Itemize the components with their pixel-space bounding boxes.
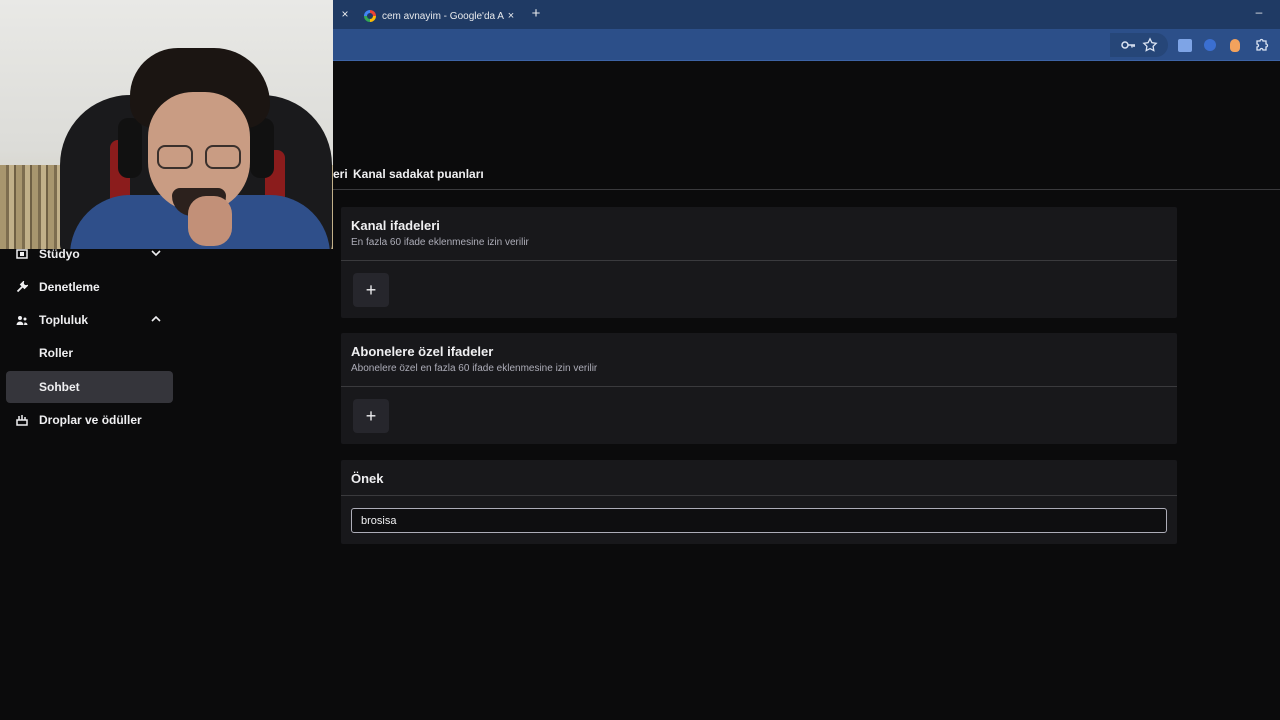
card-title: Kanal ifadeleri bbox=[351, 218, 440, 233]
address-bar-end[interactable] bbox=[1110, 33, 1168, 57]
tab-close-icon[interactable]: × bbox=[504, 10, 518, 22]
tab-channel-points[interactable]: Kanal sadakat puanları bbox=[353, 167, 484, 181]
chevron-up-icon bbox=[149, 313, 163, 327]
sidebar-item-roles[interactable]: Roller bbox=[6, 337, 173, 369]
translate-icon[interactable] bbox=[1178, 39, 1192, 52]
add-channel-emote-button[interactable]: + bbox=[353, 273, 389, 307]
webcam-overlay bbox=[0, 0, 333, 249]
extensions-puzzle-icon[interactable] bbox=[1254, 37, 1270, 53]
extension-badge-icon[interactable] bbox=[1204, 39, 1216, 51]
minimize-window-button[interactable]: – bbox=[1250, 4, 1268, 22]
settings-tabs: eri Kanal sadakat puanları bbox=[333, 160, 1280, 190]
creator-sidebar: Stüdyo Denetleme Topluluk Roller Sohbet bbox=[0, 236, 180, 436]
card-title: Önek bbox=[351, 471, 384, 486]
studio-icon bbox=[16, 248, 28, 260]
tab-title: cem avnayim - Google'da Ara bbox=[382, 10, 504, 22]
channel-emotes-card: Kanal ifadeleri En fazla 60 ifade eklenm… bbox=[341, 207, 1177, 318]
community-icon bbox=[16, 314, 28, 326]
new-tab-button[interactable]: + bbox=[528, 5, 544, 23]
sidebar-item-chat[interactable]: Sohbet bbox=[6, 371, 173, 403]
add-subscriber-emote-button[interactable]: + bbox=[353, 399, 389, 433]
page: × cem avnayim - Google'da Ara × + – Stüd… bbox=[0, 0, 1280, 720]
bookmark-star-icon[interactable] bbox=[1142, 37, 1158, 53]
sidebar-item-moderation[interactable]: Denetleme bbox=[6, 271, 173, 303]
chevron-down-icon bbox=[149, 247, 163, 261]
browser-tab-google-search[interactable]: cem avnayim - Google'da Ara × bbox=[358, 3, 524, 29]
prev-tab-close-icon[interactable]: × bbox=[338, 7, 352, 21]
drops-icon bbox=[16, 414, 28, 426]
password-key-icon[interactable] bbox=[1120, 37, 1136, 53]
card-title: Abonelere özel ifadeler bbox=[351, 344, 494, 359]
card-subtitle: Abonelere özel en fazla 60 ifade eklenme… bbox=[351, 363, 598, 374]
google-favicon-icon bbox=[364, 10, 376, 22]
tab-emotes-partial[interactable]: eri bbox=[333, 167, 348, 181]
card-subtitle: En fazla 60 ifade eklenmesine izin veril… bbox=[351, 237, 529, 248]
extension-orange-icon[interactable] bbox=[1230, 39, 1240, 52]
wrench-icon bbox=[16, 279, 30, 293]
emote-prefix-card: Önek bbox=[341, 460, 1177, 544]
subscriber-emotes-card: Abonelere özel ifadeler Abonelere özel e… bbox=[341, 333, 1177, 444]
sidebar-item-drops[interactable]: Droplar ve ödüller bbox=[6, 404, 173, 436]
sidebar-item-community[interactable]: Topluluk bbox=[6, 304, 173, 336]
emote-prefix-input[interactable] bbox=[351, 508, 1167, 533]
